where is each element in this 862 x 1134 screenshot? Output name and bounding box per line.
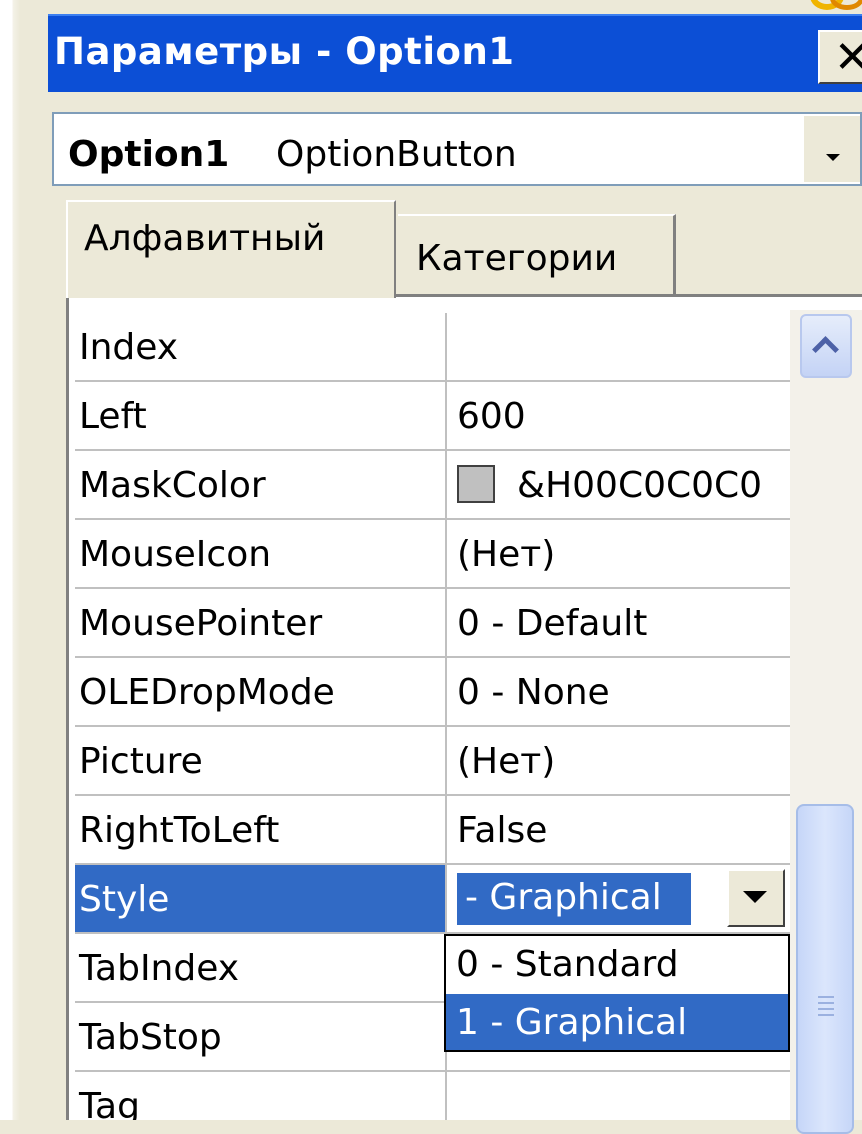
maskcolor-value: &H00C0C0C0: [517, 465, 763, 506]
tab-alphabetic[interactable]: Алфавитный: [66, 200, 396, 298]
property-row-tag[interactable]: Tag: [75, 1072, 791, 1120]
left-edge: [0, 0, 48, 1120]
property-row-index[interactable]: Index: [75, 313, 791, 382]
property-name: Left: [75, 382, 447, 449]
object-selector-dropdown-button[interactable]: [802, 116, 860, 182]
chevron-down-icon: [826, 154, 840, 161]
title-bar[interactable]: Параметры - Option1 ✕: [48, 14, 862, 92]
style-dropdown-button[interactable]: [727, 869, 785, 927]
dropdown-option[interactable]: 0 - Standard: [446, 936, 788, 992]
property-value[interactable]: 600: [447, 382, 791, 449]
property-name: Style: [75, 865, 447, 932]
property-row-left[interactable]: Left 600: [75, 382, 791, 451]
property-value[interactable]: - Graphical: [447, 865, 791, 932]
property-name: MouseIcon: [75, 520, 447, 587]
property-name: MaskColor: [75, 451, 447, 518]
property-name: Tag: [75, 1072, 447, 1120]
property-row-righttoleft[interactable]: RightToLeft False: [75, 796, 791, 865]
property-name: OLEDropMode: [75, 658, 447, 725]
chevron-up-icon: [812, 336, 839, 363]
grip-icon: [818, 996, 834, 1018]
tab-categorized[interactable]: Категории: [398, 214, 676, 294]
object-type: OptionButton: [276, 134, 517, 175]
property-row-picture[interactable]: Picture (Нет): [75, 727, 791, 796]
close-icon: ✕: [834, 32, 862, 83]
property-value[interactable]: [447, 313, 791, 380]
property-value[interactable]: 0 - Default: [447, 589, 791, 656]
scroll-up-button[interactable]: [800, 314, 852, 378]
property-row-style[interactable]: Style - Graphical: [75, 865, 791, 934]
chevron-down-icon: [743, 891, 767, 903]
property-value[interactable]: (Нет): [447, 727, 791, 794]
property-value[interactable]: False: [447, 796, 791, 863]
color-swatch: [457, 465, 495, 503]
object-selector[interactable]: Option1 OptionButton: [52, 112, 862, 186]
property-name: Index: [75, 313, 447, 380]
close-button[interactable]: ✕: [818, 30, 862, 84]
property-name: TabIndex: [75, 934, 447, 1001]
property-row-mouseicon[interactable]: MouseIcon (Нет): [75, 520, 791, 589]
property-row-oledropmode[interactable]: OLEDropMode 0 - None: [75, 658, 791, 727]
window-title: Параметры - Option1: [54, 30, 515, 73]
dropdown-option-selected[interactable]: 1 - Graphical: [446, 994, 788, 1050]
property-value[interactable]: 0 - None: [447, 658, 791, 725]
property-value[interactable]: [447, 1072, 791, 1120]
property-name: Picture: [75, 727, 447, 794]
property-value[interactable]: &H00C0C0C0: [447, 451, 791, 518]
vertical-scrollbar[interactable]: [790, 310, 862, 1134]
property-value[interactable]: (Нет): [447, 520, 791, 587]
style-dropdown-list[interactable]: 0 - Standard 1 - Graphical: [444, 934, 790, 1052]
style-value-input[interactable]: - Graphical: [457, 873, 691, 925]
property-row-mousepointer[interactable]: MousePointer 0 - Default: [75, 589, 791, 658]
property-name: MousePointer: [75, 589, 447, 656]
property-name: TabStop: [75, 1003, 447, 1070]
decoration-icon: [800, 0, 862, 14]
property-row-maskcolor[interactable]: MaskColor &H00C0C0C0: [75, 451, 791, 520]
scroll-thumb[interactable]: [796, 804, 854, 1134]
object-name: Option1: [68, 134, 230, 175]
property-name: RightToLeft: [75, 796, 447, 863]
